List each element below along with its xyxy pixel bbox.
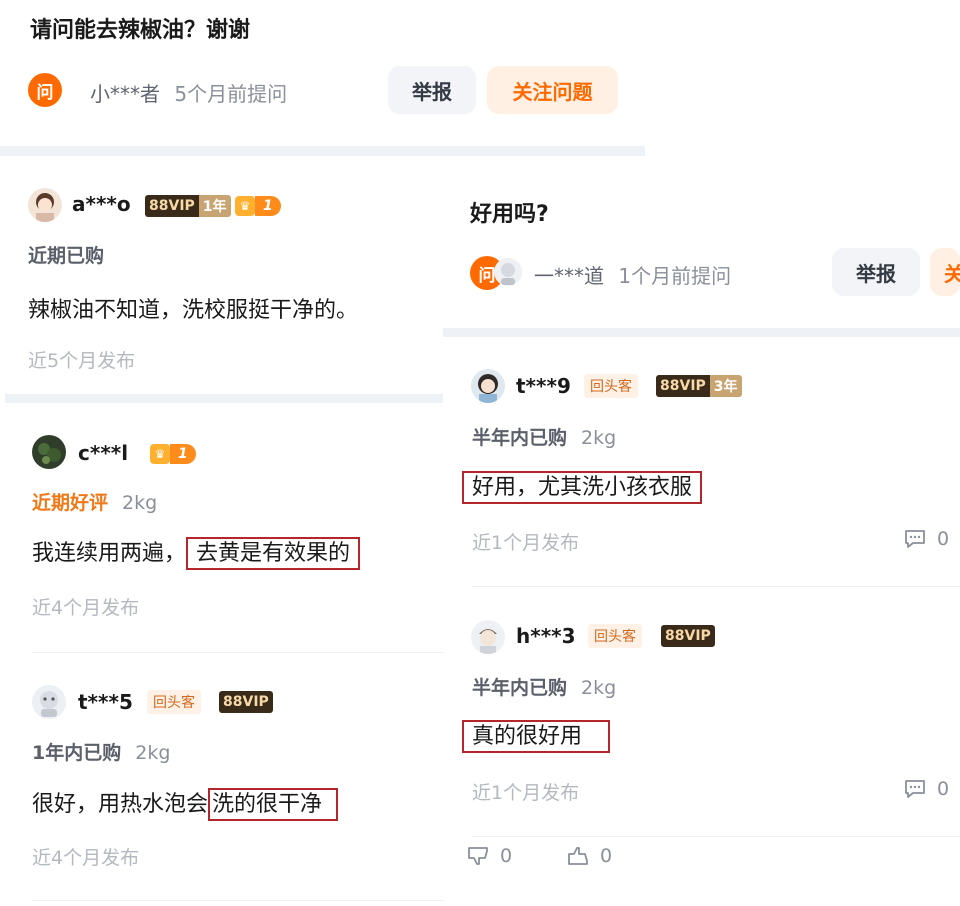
rank-number: 1 [170, 444, 196, 464]
review-text-plain: 很好，用热水泡会 [32, 792, 209, 817]
section-divider [0, 146, 645, 156]
comment-icon [905, 780, 925, 798]
rank-badge: ♛ 1 [150, 443, 196, 465]
comment-number: 0 [937, 778, 950, 800]
review-text: 我连续用两遍， 去黄是有效果的 [32, 535, 361, 570]
dislike-count: 0 [500, 845, 513, 867]
vip-badge: 88VIP [661, 625, 715, 647]
like-button[interactable]: 0 [566, 845, 612, 867]
review-text: 很好，用热水泡会 洗的很干净 [32, 786, 339, 821]
row-divider [472, 586, 960, 587]
vip-years: 1年 [198, 195, 231, 217]
rank-number: 1 [255, 196, 281, 216]
spec: 2kg [581, 677, 617, 699]
avatar[interactable] [471, 369, 505, 403]
crown-icon: ♛ [235, 196, 255, 216]
highlighted-text: 好用，尤其洗小孩衣服 [462, 471, 703, 504]
purchase-tag: 半年内已购 2kg [472, 673, 616, 700]
question-title: 好用吗? [470, 202, 549, 227]
review-text: 好用，尤其洗小孩衣服 [462, 469, 703, 504]
reviewer-name: a***o [72, 192, 131, 216]
purchase-tag: 半年内已购 2kg [472, 423, 616, 450]
spec: 2kg [135, 742, 171, 764]
follow-question-button[interactable]: 关注问题 [487, 66, 618, 114]
highlighted-text: 真的很好用 [462, 720, 611, 753]
vip-label: 88VIP [656, 375, 710, 397]
post-time: 近4个月发布 [32, 847, 140, 869]
dislike-button[interactable]: 0 [466, 845, 512, 867]
question-meta: 小***者 5个月前提问 [90, 78, 287, 107]
post-time: 近1个月发布 [472, 782, 580, 804]
asker-name: 一***道 [534, 264, 604, 288]
review-text: 辣椒油不知道，洗校服挺干净的。 [28, 298, 359, 323]
reviewer-name: h***3 [516, 624, 576, 648]
rank-badge: ♛ 1 [235, 195, 281, 217]
purchase-tag: 近期已购 [28, 241, 104, 268]
purchase-status: 1年内已购 [32, 742, 122, 764]
comment-number: 0 [937, 528, 950, 550]
ask-time: 5个月前提问 [174, 82, 288, 106]
asker-name: 小***者 [90, 82, 160, 106]
returning-customer-badge: 回头客 [584, 374, 638, 398]
avatar[interactable] [32, 435, 66, 469]
purchase-status: 半年内已购 [472, 427, 568, 449]
like-count: 0 [600, 845, 613, 867]
reviewer-name: c***l [78, 441, 129, 465]
post-time: 近1个月发布 [472, 532, 580, 554]
review-text: 真的很好用 [462, 718, 611, 753]
returning-customer-badge: 回头客 [147, 690, 201, 714]
follow-question-button[interactable]: 关 [930, 248, 960, 296]
avatar[interactable] [32, 685, 66, 719]
avatar[interactable] [28, 188, 62, 222]
section-divider [5, 394, 443, 403]
purchase-status: 半年内已购 [472, 677, 568, 699]
purchase-status: 近期好评 [32, 492, 109, 514]
reviewer-name: t***9 [516, 374, 571, 398]
question-meta: 一***道 1个月前提问 [534, 260, 731, 289]
thumbs-up-icon [568, 847, 588, 865]
comment-icon [905, 530, 925, 548]
vip-years: 3年 [709, 375, 742, 397]
highlighted-text: 去黄是有效果的 [186, 537, 361, 570]
avatar[interactable] [471, 620, 505, 654]
crown-icon: ♛ [150, 444, 170, 464]
review-text-plain: 我连续用两遍， [32, 541, 187, 566]
thumbs-down-icon [468, 847, 488, 865]
reviewer-name: t***5 [78, 690, 133, 714]
row-divider [32, 900, 443, 901]
post-time: 近5个月发布 [28, 350, 136, 372]
report-button[interactable]: 举报 [388, 66, 476, 114]
question-icon: 问 [28, 73, 62, 107]
purchase-tag: 近期好评 2kg [32, 488, 157, 515]
comment-count[interactable]: 0 [903, 528, 949, 550]
returning-customer-badge: 回头客 [588, 624, 642, 648]
row-divider [32, 652, 443, 653]
vip-badge: 88VIP 3年 [656, 375, 742, 397]
ask-time: 1个月前提问 [618, 264, 732, 288]
purchase-status: 近期已购 [28, 245, 105, 267]
report-button[interactable]: 举报 [832, 248, 920, 296]
vip-badge: 88VIP 1年 [145, 195, 231, 217]
asker-avatar [494, 258, 522, 286]
row-divider [472, 836, 960, 837]
purchase-tag: 1年内已购 2kg [32, 738, 170, 765]
vip-label: 88VIP [219, 691, 273, 713]
spec: 2kg [581, 427, 617, 449]
comment-count[interactable]: 0 [903, 778, 949, 800]
vip-label: 88VIP [661, 625, 715, 647]
vip-badge: 88VIP [219, 691, 273, 713]
vip-label: 88VIP [145, 195, 199, 217]
section-divider [443, 328, 960, 337]
question-title: 请问能去辣椒油？谢谢 [30, 18, 251, 43]
highlighted-text: 洗的很干净 [208, 788, 339, 821]
spec: 2kg [122, 492, 158, 514]
post-time: 近4个月发布 [32, 597, 140, 619]
